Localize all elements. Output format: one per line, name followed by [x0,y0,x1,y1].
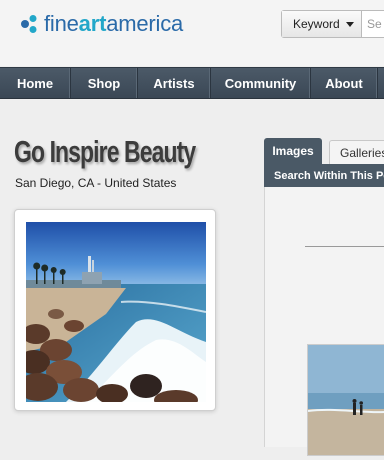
site-logo[interactable]: fineartamerica [20,10,183,38]
search-box: Keyword Se [281,10,384,38]
divider [305,246,384,247]
nav-item-artists[interactable]: Artists [138,68,211,98]
logo-text-fine: fine [44,11,79,36]
profile-photo-card[interactable] [14,209,216,411]
gallery-body [264,187,384,456]
search-type-dropdown[interactable]: Keyword [282,11,362,37]
caret-down-icon [345,21,354,27]
logo-text: fineartamerica [44,13,183,35]
tab-images[interactable]: Images [264,138,322,164]
logo-text-america: america [106,11,184,36]
search-type-label: Keyword [293,17,340,31]
gallery-panel: Images Galleries Search Within This Po [264,138,384,456]
nav-item-community[interactable]: Community [211,68,311,98]
nav-item-home[interactable]: Home [0,68,71,98]
logo-dots-icon [20,14,40,34]
profile-photo[interactable] [18,222,207,410]
nav-item-about[interactable]: About [311,68,378,98]
tab-galleries[interactable]: Galleries [329,140,384,164]
profile-name: Go Inspire Beauty [14,134,196,169]
logo-text-art: art [78,11,107,36]
site-header: fineartamerica Keyword Se [0,0,384,66]
profile-location: San Diego, CA - United States [15,176,177,190]
gallery-thumbnail[interactable] [307,344,384,456]
nav-item-shop[interactable]: Shop [71,68,138,98]
search-input[interactable]: Se [363,11,384,37]
main-nav: Home Shop Artists Community About [0,67,384,99]
search-within-portfolio[interactable]: Search Within This Po [264,164,384,187]
